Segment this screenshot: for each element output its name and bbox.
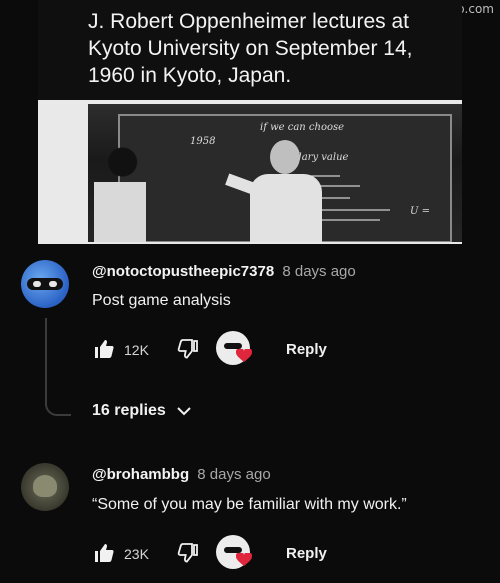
creator-heart-icon[interactable]: [216, 535, 252, 569]
thumb-up-icon[interactable]: [92, 541, 116, 565]
view-replies-button[interactable]: 16 replies: [92, 402, 192, 420]
student-figure: [94, 144, 146, 242]
chalk-text: if we can choose: [260, 122, 345, 133]
comment-author[interactable]: @notoctopustheepic7378: [92, 263, 274, 280]
creator-heart-icon[interactable]: [216, 331, 252, 365]
lecture-photo: if we can choose 1958 boundary value U =: [88, 104, 462, 242]
comment-time[interactable]: 8 days ago: [197, 466, 270, 483]
thumb-down-icon[interactable]: [176, 337, 200, 361]
comment-text: Post game analysis: [92, 292, 231, 309]
like-count: 12K: [124, 342, 149, 358]
comment-header: @brohambbg 8 days ago: [92, 466, 271, 483]
reply-button[interactable]: Reply: [286, 545, 327, 562]
comment-actions: 12K Reply: [92, 331, 392, 369]
thread-connector: [45, 318, 71, 416]
lecturer-figure: [225, 140, 338, 242]
thumb-up-icon[interactable]: [92, 337, 116, 361]
comment-time[interactable]: 8 days ago: [282, 263, 355, 280]
post-image: J. Robert Oppenheimer lectures at Kyoto …: [38, 0, 462, 244]
chalk-text: 1958: [190, 136, 216, 147]
comment-header: @notoctopustheepic7378 8 days ago: [92, 263, 356, 280]
comment-text: “Some of you may be familiar with my wor…: [92, 496, 407, 513]
replies-count: 16 replies: [92, 402, 166, 419]
thumb-down-icon[interactable]: [176, 541, 200, 565]
chevron-down-icon: [177, 407, 191, 416]
avatar[interactable]: [21, 463, 69, 511]
post-caption: J. Robert Oppenheimer lectures at Kyoto …: [38, 0, 462, 100]
avatar[interactable]: [21, 260, 69, 308]
reply-button[interactable]: Reply: [286, 341, 327, 358]
comment-author[interactable]: @brohambbg: [92, 466, 189, 483]
comment-actions: 23K Reply: [92, 535, 392, 573]
like-count: 23K: [124, 546, 149, 562]
